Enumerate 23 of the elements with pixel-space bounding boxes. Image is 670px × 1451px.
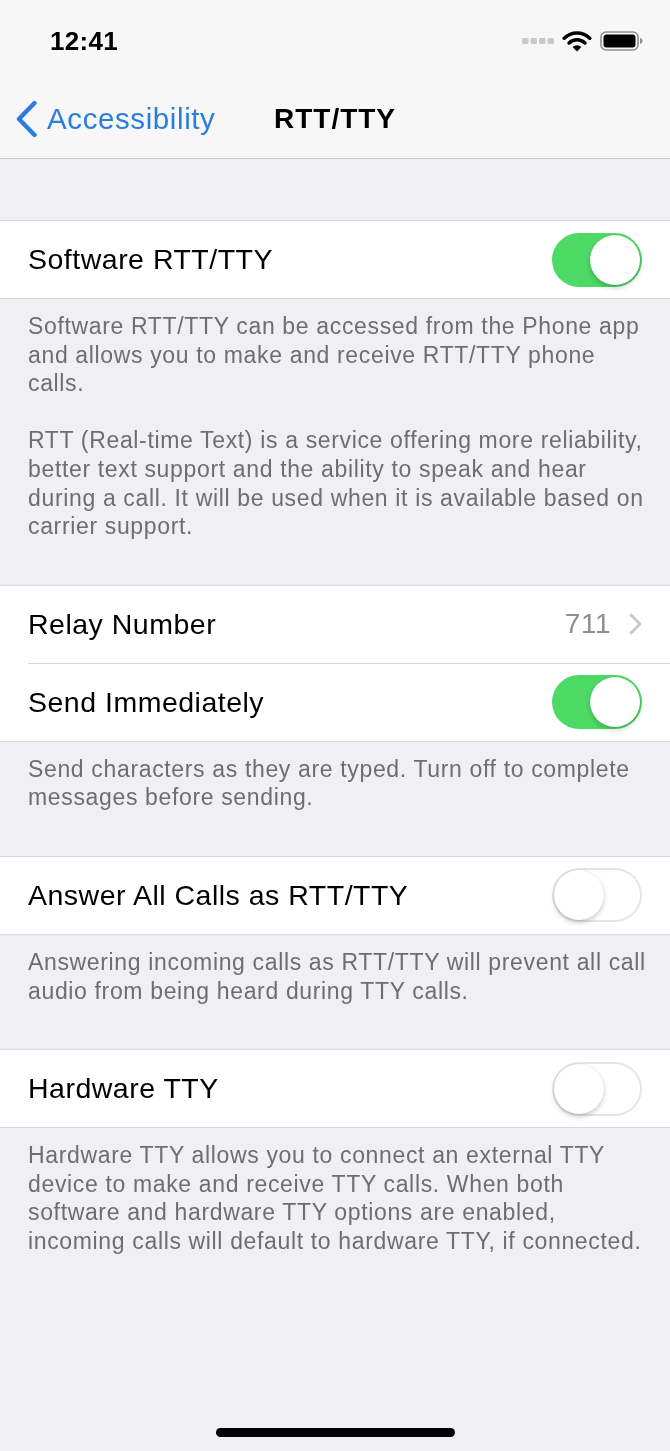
toggle-switch[interactable]: [552, 1061, 642, 1116]
toggle-switch[interactable]: [552, 675, 642, 730]
row-value: 711: [564, 608, 611, 641]
row-label: Answer All Calls as RTT/TTY: [28, 878, 409, 912]
footer-text: Hardware TTY allows you to connect an external TTY device to make and receive TTY calls. When both software and hardware TTY options are enabled, incoming calls will default to hardware TTY, if connected.: [28, 1141, 643, 1256]
row-label: Relay Number: [28, 607, 217, 641]
row-label: Software RTT/TTY: [28, 243, 274, 276]
toggle-switch[interactable]: [552, 232, 642, 287]
back-button[interactable]: Accessibility: [0, 100, 216, 138]
wifi-icon: [562, 30, 592, 52]
chevron-right-icon: [629, 613, 642, 636]
toggle-switch[interactable]: [552, 868, 642, 923]
status-time: 12:41: [50, 25, 118, 57]
footer-text: RTT (Real-time Text) is a service offering more reliability, better text support and the ability to speak and hear during a call. It will be used when it is available based on carrier support.: [28, 426, 645, 541]
footer-text: Answering incoming calls as RTT/TTY will prevent all call audio from being heard during TTY calls.: [28, 947, 646, 1006]
nav-title: RTT/TTY: [273, 103, 397, 135]
row-label: Send Immediately: [28, 685, 265, 719]
signal-icon: [522, 38, 554, 44]
row-label: Hardware TTY: [28, 1072, 219, 1106]
footer-text: Send characters as they are typed. Turn off to complete messages before sending.: [28, 754, 631, 812]
footer-text: Software RTT/TTY can be accessed from the Phone app and allows you to make and receive RTT/TTY phone calls.: [28, 312, 641, 398]
chevron-left-icon: [15, 100, 38, 138]
battery-icon: [600, 31, 643, 51]
